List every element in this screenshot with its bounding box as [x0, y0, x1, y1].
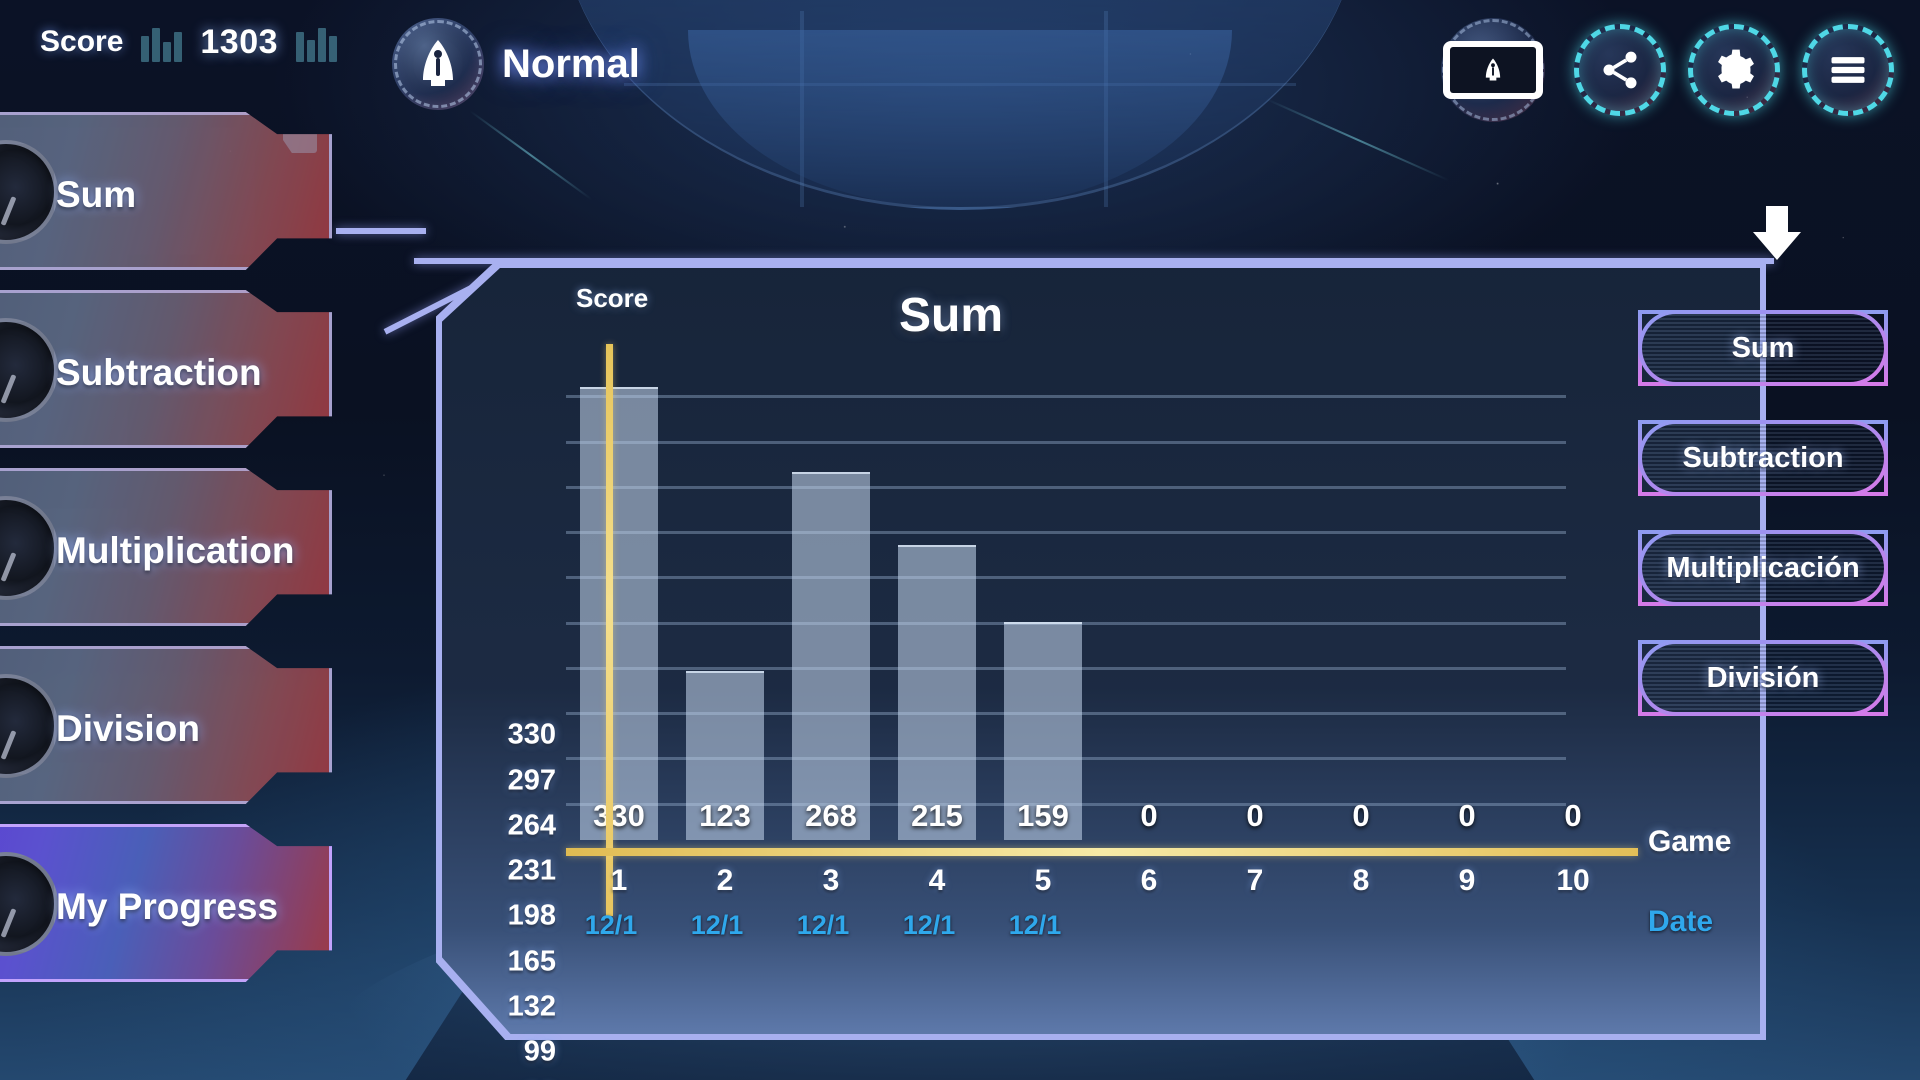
difficulty-label: Normal	[502, 41, 640, 86]
top-right-toolbar	[1434, 16, 1894, 124]
date-label: 12/1	[1008, 910, 1062, 940]
gridline	[566, 395, 1566, 399]
bar-value-label: 0	[1564, 798, 1582, 833]
y-axis-tick-label: 330	[507, 718, 556, 751]
gridline	[566, 576, 1566, 580]
sidebar-item-multiplication[interactable]: Multiplication	[0, 460, 340, 642]
gridline	[566, 440, 1566, 444]
operation-button-divisin[interactable]: División	[1638, 640, 1888, 716]
settings-button[interactable]	[1688, 24, 1780, 116]
y-axis-tick-label: 165	[507, 945, 556, 978]
bar-value-label: 0	[1352, 798, 1370, 833]
sidebar-item-label: Subtraction	[56, 352, 262, 393]
sidebar-item-division[interactable]: Division	[0, 638, 340, 820]
operation-button-subtraction[interactable]: Subtraction	[1638, 420, 1888, 496]
x-axis-tick-label: 6	[1140, 864, 1158, 897]
gear-icon	[1718, 49, 1754, 89]
rocket-glyph	[423, 40, 453, 86]
y-axis-tick-label: 198	[507, 899, 556, 932]
rocket-icon	[392, 18, 484, 110]
date-label: 12/1	[902, 910, 956, 940]
bar-value-label: 330	[593, 798, 645, 833]
x-axis-title: Game	[1648, 825, 1732, 858]
sidebar-item-label: Division	[56, 708, 200, 749]
bar-value-label: 0	[1458, 798, 1476, 833]
bar-value-label: 123	[699, 798, 751, 833]
category-sidebar: Sum Subtraction Multiplication Division My P…	[0, 104, 340, 994]
operation-button-label: Sum	[1731, 331, 1795, 364]
hamburger-menu-icon	[1831, 57, 1865, 83]
bar-value-label: 0	[1246, 798, 1264, 833]
sidebar-item-my-progress[interactable]: My Progress	[0, 816, 340, 998]
bar-value-label: 268	[805, 798, 857, 833]
y-axis-tick-label: 264	[507, 809, 556, 842]
sidebar-tag	[283, 129, 317, 153]
y-axis-tick-label: 297	[507, 764, 556, 797]
sidebar-item-label: My Progress	[56, 886, 279, 927]
down-arrow-icon	[1746, 202, 1808, 269]
sidebar-item-label: Multiplication	[56, 530, 295, 571]
x-axis-tick-label: 8	[1352, 864, 1370, 897]
operation-button-sum[interactable]: Sum	[1638, 310, 1888, 386]
date-label: 12/1	[690, 910, 744, 940]
game-screen: Score 1303 Normal Sum Subtraction Multip…	[0, 0, 1920, 1080]
operation-button-label: División	[1706, 661, 1820, 694]
y-axis-title: Score	[576, 283, 649, 313]
bar	[898, 545, 976, 840]
menu-button[interactable]	[1802, 24, 1894, 116]
date-label: 12/1	[796, 910, 850, 940]
x-axis-tick-label: 10	[1556, 864, 1590, 897]
score-value: 1303	[200, 22, 279, 61]
share-button[interactable]	[1574, 24, 1666, 116]
operation-buttons: Sum Subtraction Multiplicación División	[1638, 310, 1888, 716]
bar-value-label: 159	[1017, 798, 1069, 833]
plot-area: 330 123 268 215 159 0 0 0 0 0	[566, 350, 1626, 840]
score-equalizer-icon-2	[296, 22, 338, 62]
bar	[580, 387, 658, 840]
x-axis-tick-label: 2	[716, 864, 734, 897]
operation-button-label: Subtraction	[1682, 441, 1844, 474]
sidebar-item-subtraction[interactable]: Subtraction	[0, 282, 340, 464]
score-label: Score	[40, 25, 124, 58]
share-icon	[1603, 51, 1637, 89]
score-display: Score 1303	[40, 22, 338, 62]
sidebar-item-label: Sum	[56, 174, 137, 215]
score-equalizer-icon	[141, 22, 183, 62]
sidebar-item-sum[interactable]: Sum	[0, 104, 340, 286]
x-axis-tick-label: 4	[928, 864, 946, 897]
x-axis-tick-label: 1	[610, 864, 628, 897]
gridline	[566, 485, 1566, 489]
rocket-glyph-small	[1485, 58, 1501, 81]
x-axis-tick-label: 3	[822, 864, 840, 897]
phone-preview-icon[interactable]	[1434, 16, 1552, 124]
y-axis-tick-label: 231	[507, 854, 556, 887]
y-axis-line	[606, 344, 613, 916]
operation-button-multiplicacin[interactable]: Multiplicación	[1638, 530, 1888, 606]
bar-value-label: 215	[911, 798, 963, 833]
x-axis-line	[566, 848, 1638, 856]
y-axis-tick-label: 99	[523, 1035, 556, 1068]
operation-button-label: Multiplicación	[1666, 551, 1860, 584]
gridline	[566, 531, 1566, 535]
x-axis-tick-label: 5	[1034, 864, 1052, 897]
date-label: 12/1	[584, 910, 638, 940]
bar	[792, 472, 870, 840]
y-axis-tick-label: 132	[507, 990, 556, 1023]
x-axis-tick-label: 7	[1246, 864, 1264, 897]
date-axis-title: Date	[1648, 905, 1714, 938]
bar-value-label: 0	[1140, 798, 1158, 833]
x-axis-tick-label: 9	[1458, 864, 1476, 897]
difficulty-indicator[interactable]: Normal	[392, 18, 640, 110]
